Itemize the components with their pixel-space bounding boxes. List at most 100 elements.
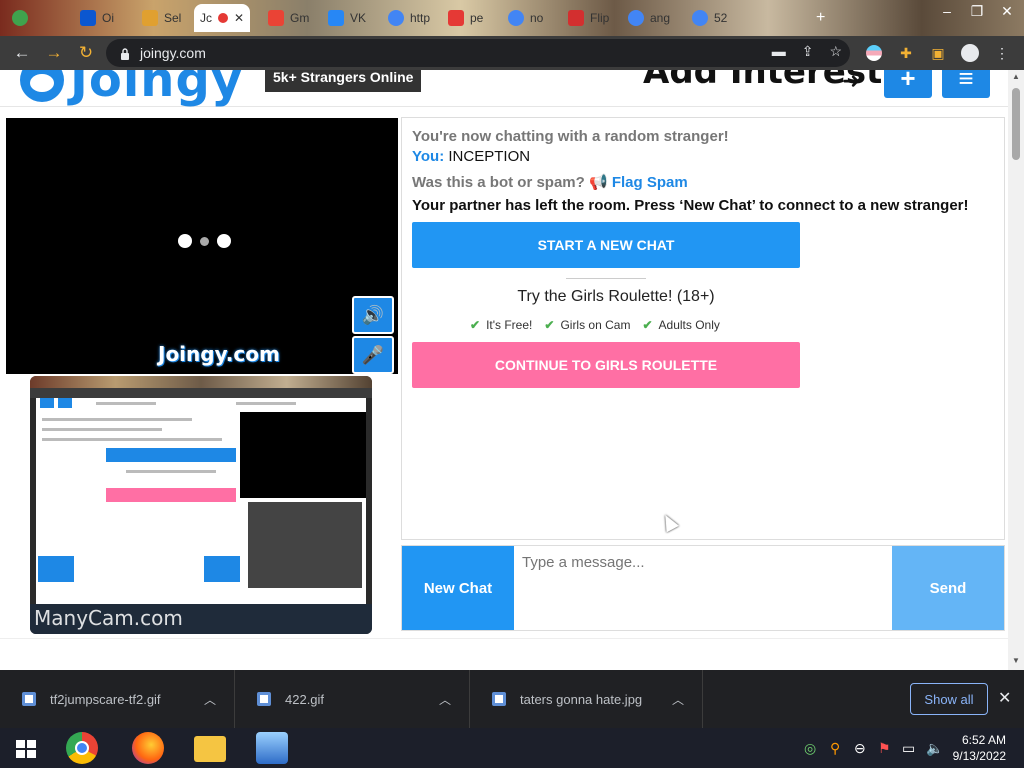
chevron-up-icon[interactable]: ︿ [439,691,451,708]
download-item[interactable]: taters gonna hate.jpg ︿ [470,670,703,728]
add-interests-button[interactable]: + [884,70,932,98]
chat-status: You're now chatting with a random strang… [412,128,729,145]
scroll-up-icon[interactable]: ▲ [1011,72,1021,81]
loading-dots-icon [178,234,231,248]
browser-tab-6[interactable]: http [382,4,436,32]
extension-flag-icon[interactable] [864,43,884,63]
image-file-icon [22,692,36,706]
start-new-chat-button[interactable]: START A NEW CHAT [412,222,800,268]
microphone-button[interactable]: 🎤 [352,336,394,374]
share-icon[interactable]: ⇪ [802,43,814,60]
browser-tab-9[interactable]: Flip [562,4,615,32]
chrome-taskbar-icon[interactable] [66,732,98,764]
feature-item: ✔ Adults Only [642,318,720,332]
reload-icon[interactable]: ↻ [72,39,100,67]
scroll-down-icon[interactable]: ▼ [1011,656,1021,665]
tab-favicon-icon [448,10,464,26]
camera-blocked-icon[interactable]: ▬ [772,43,786,60]
minus-tray-icon[interactable]: ⊖ [854,740,866,757]
new-chat-button[interactable]: New Chat [402,546,514,630]
show-all-downloads-button[interactable]: Show all [910,683,988,715]
vk-icon [328,10,344,26]
chevron-up-icon[interactable]: ︿ [672,691,684,708]
joingy-logo[interactable]: Joingy [20,70,243,104]
self-camera-video: ManyCam.com [30,376,372,634]
volume-button[interactable]: 🔊 [352,296,394,334]
browser-tab-10[interactable]: ang [622,4,676,32]
profile-avatar-icon[interactable] [960,43,980,63]
restore-window-button[interactable]: ❐ [962,0,992,22]
google-icon [628,10,644,26]
add-interests-label[interactable]: Add Interests [643,70,903,92]
recording-dot-icon [218,13,228,23]
forward-arrow-icon[interactable]: → [40,39,68,67]
browser-tab-5[interactable]: VK [322,4,372,32]
minimize-window-button[interactable]: – [932,0,962,22]
browser-menu-icon[interactable]: ⋮ [992,43,1012,63]
google-icon [388,10,404,26]
tab-favicon-icon [568,10,584,26]
you-message: INCEPTION [448,148,531,165]
file-explorer-taskbar-icon[interactable] [194,736,226,762]
scroll-thumb[interactable] [1012,88,1020,160]
close-window-button[interactable]: ✕ [992,0,1022,22]
google-icon [692,10,708,26]
image-file-icon [257,692,271,706]
joingy-page: Joingy 5k+ Strangers Online Add Interest… [0,70,1008,670]
windows-start-icon[interactable] [16,740,36,758]
download-item[interactable]: tf2jumpscare-tf2.gif ︿ [0,670,235,728]
network-update-icon[interactable]: ◎ [804,740,816,757]
display-tray-icon[interactable]: ▭ [902,740,915,757]
browser-tab-1[interactable]: Oi [74,4,120,32]
roulette-features: ✔ It's Free! ✔ Girls on Cam ✔ Adults Only [470,318,720,332]
image-file-icon [492,692,506,706]
bookmark-star-icon[interactable]: ☆ [829,43,842,60]
flag-icon: 📢 [588,174,608,191]
check-icon: ✔ [642,318,653,332]
volume-tray-icon[interactable]: 🔈 [926,740,943,757]
report-row: Was this a bot or spam? 📢 Flag Spam [412,173,688,191]
extensions-puzzle-icon[interactable]: ✚ [896,43,916,63]
microphone-icon: 🎤 [361,344,385,365]
address-bar[interactable]: joingy.com ▬ ⇪ ☆ [106,39,850,67]
page-scrollbar[interactable]: ▲ ▼ [1008,70,1024,670]
manycam-taskbar-icon[interactable] [256,732,288,764]
browser-tab-7[interactable]: pe [442,4,489,32]
you-label: You: [412,148,445,165]
chrome-profile-icon[interactable] [6,4,34,32]
system-clock[interactable]: 6:52 AM 9/13/2022 [950,732,1006,764]
new-tab-button[interactable]: + [810,4,831,32]
browser-tab-2[interactable]: Sel [136,4,187,32]
send-button[interactable]: Send [892,546,1004,630]
search-tray-icon[interactable]: ⚲ [830,740,840,757]
site-menu-button[interactable]: ≡ [942,70,990,98]
url-text: joingy.com [140,45,206,61]
close-tab-icon[interactable]: ✕ [234,11,244,25]
download-item[interactable]: 422.gif ︿ [235,670,470,728]
back-arrow-icon[interactable]: ← [8,39,36,67]
flag-tray-icon[interactable]: ⚑ [878,740,891,757]
feature-item: ✔ It's Free! [470,318,533,332]
browser-tab-active[interactable]: Jc ✕ [194,4,251,32]
flag-spam-link[interactable]: Flag Spam [612,174,688,191]
roulette-title: Try the Girls Roulette! (18+) [517,288,715,305]
firefox-taskbar-icon[interactable] [132,732,164,764]
speaker-icon: 🔊 [361,304,385,325]
arrow-doodle-icon: ➜ [842,70,861,93]
video-watermark: Joingy.com [158,342,280,366]
online-count-badge: 5k+ Strangers Online [265,70,422,92]
browser-tab-11[interactable]: 52 [686,4,733,32]
message-composer: New Chat Send [401,545,1005,631]
continue-girls-roulette-button[interactable]: CONTINUE TO GIRLS ROULETTE [412,342,800,388]
site-header: Joingy 5k+ Strangers Online Add Interest… [0,70,1008,107]
tab-favicon-icon [268,10,284,26]
side-panel-icon[interactable]: ▣ [928,43,948,63]
close-downloads-icon[interactable]: ✕ [998,688,1011,708]
chat-log: You're now chatting with a random strang… [401,117,1005,540]
browser-tab-8[interactable]: no [502,4,549,32]
browser-tab-4[interactable]: Gm [262,4,315,32]
chevron-up-icon[interactable]: ︿ [204,691,216,708]
bot-question: Was this a bot or spam? [412,174,585,191]
message-input[interactable] [514,546,892,630]
check-icon: ✔ [470,318,481,332]
